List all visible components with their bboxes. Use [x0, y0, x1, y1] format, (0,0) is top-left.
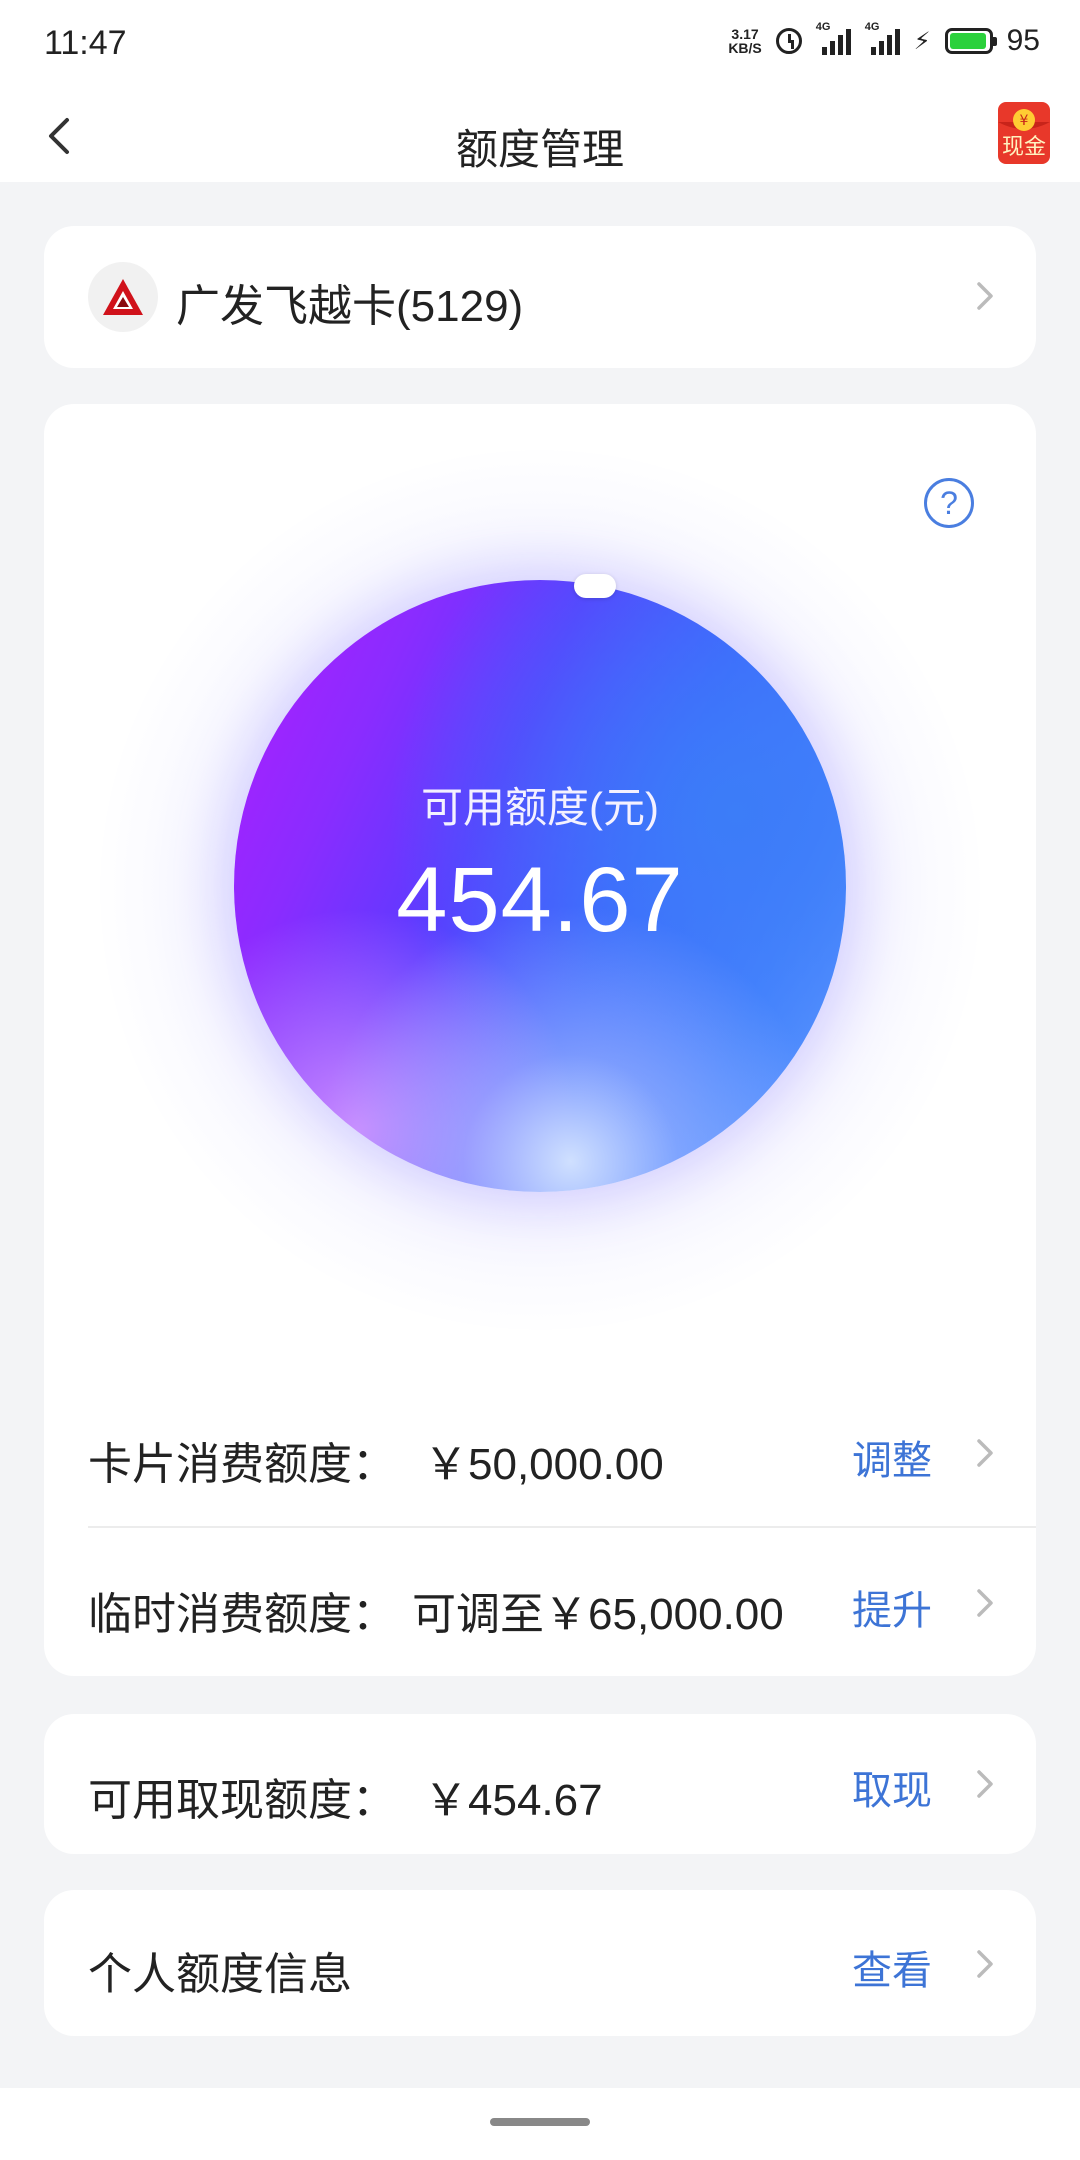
- personal-limit-card[interactable]: 个人额度信息 查看: [44, 1890, 1036, 2036]
- status-time: 11:47: [44, 24, 127, 62]
- network-speed: 3.17 KB/S: [728, 27, 761, 55]
- cash-limit-value: ￥454.67: [424, 1776, 603, 1825]
- temp-limit-row[interactable]: 临时消费额度： 可调至￥65,000.00 提升: [44, 1528, 1036, 1678]
- alarm-icon: [775, 28, 802, 54]
- home-indicator[interactable]: [490, 2118, 590, 2126]
- sim2-label: 4G: [864, 21, 880, 33]
- signal-icon: 4G: [816, 21, 851, 55]
- consume-limit-label: 卡片消费额度：: [88, 1440, 396, 1489]
- cash-limit-card[interactable]: 可用取现额度： ￥454.67 取现: [44, 1714, 1036, 1854]
- battery-level: 95: [1006, 24, 1040, 57]
- bank-logo: [88, 262, 158, 332]
- signal-icon-2: 4G: [865, 21, 900, 55]
- withdraw-cash-button[interactable]: 取现: [852, 1758, 932, 1816]
- card-name: 广发飞越卡(5129): [176, 282, 524, 331]
- nav-bar: 额度管理 ¥ 现金: [0, 90, 1080, 182]
- sim1-label: 4G: [815, 21, 831, 33]
- card-selector[interactable]: 广发飞越卡(5129): [44, 226, 1036, 368]
- view-button[interactable]: 查看: [852, 1938, 932, 1996]
- available-credit-label: 可用额度(元): [421, 784, 659, 831]
- cgb-logo-icon: [103, 279, 143, 315]
- temp-limit-label: 临时消费额度：: [88, 1590, 396, 1639]
- cash-red-packet-button[interactable]: ¥ 现金: [994, 100, 1054, 166]
- cash-badge-symbol: ¥: [1020, 113, 1029, 129]
- chevron-right-icon: [972, 1583, 998, 1623]
- network-speed-value: 3.17: [731, 26, 759, 42]
- orb-indicator: [574, 574, 616, 598]
- available-credit-value: 454.67: [396, 849, 684, 951]
- raise-button[interactable]: 提升: [852, 1578, 932, 1636]
- personal-limit-label: 个人额度信息: [88, 1950, 352, 1999]
- status-icons: 3.17 KB/S 4G 4G ⚡ 95: [728, 21, 1040, 58]
- cash-badge-text: 现金: [1002, 135, 1046, 160]
- consume-limit-value: ￥50,000.00: [424, 1440, 664, 1489]
- status-bar: 11:47 3.17 KB/S 4G 4G ⚡ 95: [0, 0, 1080, 90]
- battery-icon: [944, 28, 997, 54]
- chevron-right-icon: [972, 276, 998, 316]
- chevron-right-icon: [972, 1944, 998, 1984]
- chevron-right-icon: [972, 1764, 998, 1804]
- consume-limit-row[interactable]: 卡片消费额度： ￥50,000.00 调整: [44, 1378, 1036, 1528]
- network-speed-unit: KB/S: [728, 40, 762, 56]
- red-packet-icon: ¥ 现金: [998, 102, 1050, 164]
- credit-limit-card: ? 可用额度(元) 454.67 卡片消费额度： ￥50,000.00 调整 临…: [44, 404, 1036, 1676]
- temp-limit-value: 可调至￥65,000.00: [412, 1590, 784, 1639]
- page-title: 额度管理: [455, 126, 624, 173]
- chevron-right-icon: [972, 1433, 998, 1473]
- adjust-button[interactable]: 调整: [852, 1428, 932, 1486]
- cash-limit-label: 可用取现额度：: [88, 1776, 396, 1825]
- charging-icon: ⚡: [913, 27, 931, 55]
- help-icon[interactable]: ?: [924, 478, 974, 528]
